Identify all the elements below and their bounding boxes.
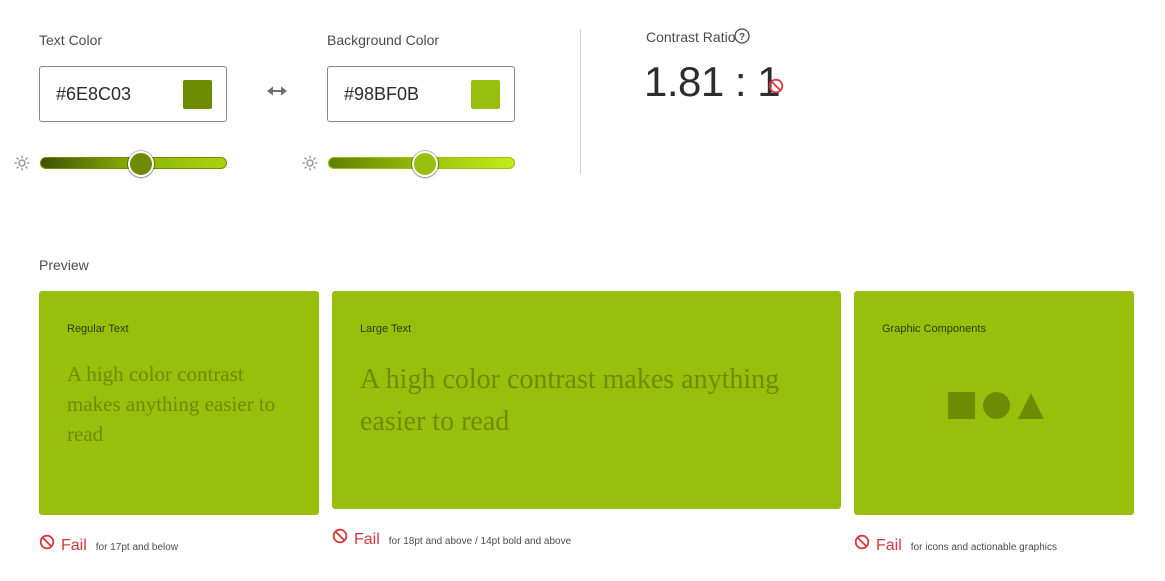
no-entry-icon	[768, 78, 784, 94]
fail-status: Fail	[61, 537, 87, 554]
card-title: Regular Text	[67, 323, 129, 335]
regular-text-card: Regular Text A high color contrast makes…	[39, 291, 319, 515]
triangle-shape	[1018, 393, 1044, 419]
background-color-input[interactable]	[344, 84, 454, 105]
card-title: Large Text	[360, 323, 412, 335]
svg-text:?: ?	[739, 32, 745, 43]
no-entry-icon	[39, 534, 55, 550]
regular-text-sample: A high color contrast makes anything eas…	[67, 362, 276, 446]
fail-status: Fail	[354, 531, 380, 548]
text-color-input[interactable]	[56, 84, 166, 105]
no-entry-icon	[854, 534, 870, 550]
contrast-ratio-label: Contrast Ratio	[646, 29, 736, 45]
background-color-label: Background Color	[327, 32, 440, 48]
preview-label: Preview	[39, 257, 89, 273]
fail-status: Fail	[876, 537, 902, 554]
result-note: for 18pt and above / 14pt bold and above	[388, 536, 572, 547]
graphic-shapes	[948, 392, 1044, 419]
text-color-field[interactable]	[39, 66, 227, 122]
contrast-ratio-value: 1.81 : 1	[644, 58, 781, 105]
square-shape	[948, 392, 975, 419]
result-note: for 17pt and below	[95, 542, 179, 553]
help-icon[interactable]: ?	[734, 28, 750, 44]
no-entry-icon	[332, 528, 348, 544]
large-text-result: Fail for 18pt and above / 14pt bold and …	[332, 528, 571, 549]
background-color-swatch[interactable]	[471, 80, 500, 109]
text-color-swatch[interactable]	[183, 80, 212, 109]
large-text-card: Large Text A high color contrast makes a…	[332, 291, 841, 509]
graphic-components-card: Graphic Components	[854, 291, 1134, 515]
text-lightness-slider[interactable]	[40, 151, 227, 177]
swap-arrows-icon[interactable]	[267, 84, 287, 98]
text-lightness-thumb[interactable]	[127, 151, 154, 177]
regular-text-result: Fail for 17pt and below	[39, 534, 178, 555]
text-color-label: Text Color	[39, 32, 103, 48]
background-lightness-thumb[interactable]	[412, 151, 439, 177]
brightness-icon	[302, 155, 318, 171]
circle-shape	[983, 392, 1010, 419]
result-note: for icons and actionable graphics	[910, 542, 1057, 553]
brightness-icon	[14, 155, 30, 171]
background-lightness-slider[interactable]	[328, 151, 515, 177]
background-color-field[interactable]	[327, 66, 515, 122]
card-title: Graphic Components	[882, 323, 986, 335]
divider	[580, 29, 581, 174]
graphic-components-result: Fail for icons and actionable graphics	[854, 534, 1057, 555]
large-text-sample: A high color contrast makes anything eas…	[360, 364, 780, 437]
